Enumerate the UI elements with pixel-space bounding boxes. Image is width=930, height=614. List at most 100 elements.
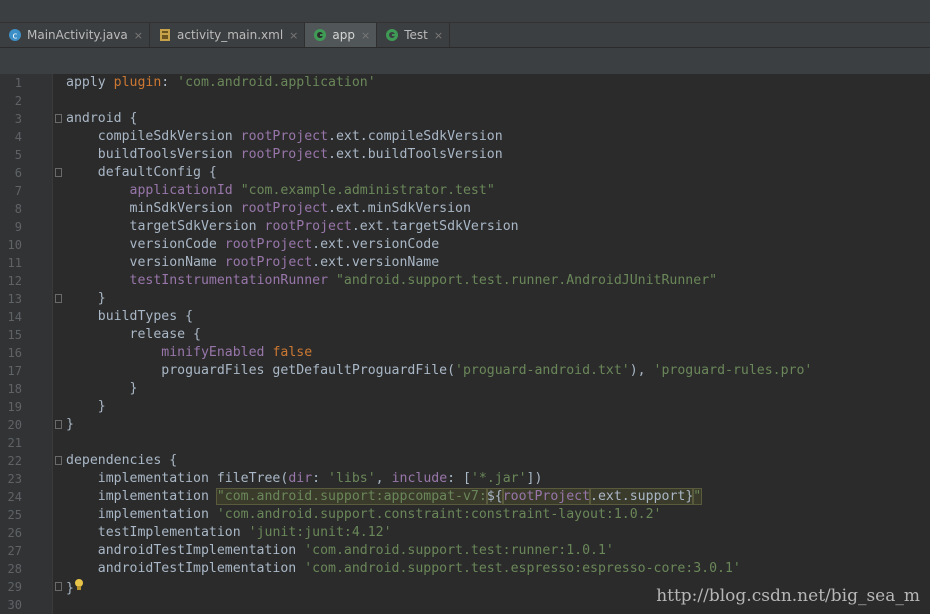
code-token: androidTestImplementation <box>66 543 305 558</box>
code-token: rootProject <box>240 129 329 144</box>
code-text: } <box>66 380 138 398</box>
fold-marker-icon[interactable] <box>55 114 62 123</box>
code-token: rootProject <box>501 488 592 505</box>
code-line[interactable]: 5 buildToolsVersion rootProject.ext.buil… <box>0 146 930 164</box>
fold-marker-icon[interactable] <box>55 294 62 303</box>
code-line[interactable]: 12 testInstrumentationRunner "android.su… <box>0 272 930 290</box>
line-number: 6 <box>14 166 22 180</box>
lightbulb-icon[interactable] <box>74 578 84 598</box>
code-token: ${ <box>485 488 504 505</box>
tab-label: MainActivity.java <box>27 28 128 42</box>
code-token: 'proguard-android.txt' <box>455 363 630 378</box>
tab-main-activity[interactable]: c MainActivity.java × <box>0 23 150 47</box>
close-icon[interactable]: × <box>134 29 143 42</box>
code-line[interactable]: 4 compileSdkVersion rootProject.ext.comp… <box>0 128 930 146</box>
code-token: buildToolsVersion <box>66 147 241 162</box>
line-number: 3 <box>14 112 22 126</box>
breadcrumb-strip <box>0 48 930 75</box>
code-line[interactable]: 19 } <box>0 398 930 416</box>
code-token: .ext.minSdkVersion <box>328 201 471 216</box>
code-text: implementation fileTree(dir: 'libs', inc… <box>66 470 543 488</box>
line-number: 8 <box>14 202 22 216</box>
close-icon[interactable]: × <box>434 29 443 42</box>
code-line[interactable]: 17 proguardFiles getDefaultProguardFile(… <box>0 362 930 380</box>
code-line[interactable]: 10 versionCode rootProject.ext.versionCo… <box>0 236 930 254</box>
code-token: dependencies { <box>66 453 178 468</box>
code-token: 'com.android.application' <box>177 75 376 90</box>
code-lines: 1 apply plugin: 'com.android.application'… <box>0 74 930 614</box>
code-text: } <box>66 416 74 434</box>
code-token: , <box>375 471 392 486</box>
tab-test[interactable]: Test × <box>377 23 451 47</box>
code-token: .ext.versionCode <box>312 237 440 252</box>
code-token: implementation fileTree( <box>66 471 289 486</box>
line-number: 16 <box>7 346 22 360</box>
line-number: 4 <box>14 130 22 144</box>
code-line[interactable]: 14 buildTypes { <box>0 308 930 326</box>
code-line[interactable]: 9 targetSdkVersion rootProject.ext.targe… <box>0 218 930 236</box>
close-icon[interactable]: × <box>361 29 370 42</box>
close-icon[interactable]: × <box>289 29 298 42</box>
code-token: 'com.android.support.constraint:constrai… <box>216 507 662 522</box>
fold-marker-icon[interactable] <box>55 582 62 591</box>
code-token: 'proguard-rules.pro' <box>653 363 813 378</box>
fold-marker-icon[interactable] <box>55 168 62 177</box>
code-line[interactable]: 22 dependencies { <box>0 452 930 470</box>
code-token: rootProject <box>224 255 313 270</box>
code-token: targetSdkVersion <box>66 219 265 234</box>
code-line[interactable]: 6 defaultConfig { <box>0 164 930 182</box>
code-line[interactable]: 2 <box>0 92 930 110</box>
line-number: 25 <box>7 508 22 522</box>
code-token: rootProject <box>240 147 329 162</box>
code-text: compileSdkVersion rootProject.ext.compil… <box>66 128 503 146</box>
code-token: false <box>272 345 313 360</box>
gradle-module-icon <box>385 28 399 42</box>
code-token: rootProject <box>240 201 329 216</box>
code-line[interactable]: 23 implementation fileTree(dir: 'libs', … <box>0 470 930 488</box>
code-token: compileSdkVersion <box>66 129 241 144</box>
code-token: testInstrumentationRunner <box>129 273 336 288</box>
code-token: testImplementation <box>66 525 249 540</box>
code-token: } <box>66 417 74 432</box>
code-line[interactable]: 1 apply plugin: 'com.android.application' <box>0 74 930 92</box>
code-editor[interactable]: 1 apply plugin: 'com.android.application'… <box>0 74 930 614</box>
line-number: 26 <box>7 526 22 540</box>
code-token: "android.support.test.runner.AndroidJUni… <box>335 273 718 288</box>
fold-marker-icon[interactable] <box>55 420 62 429</box>
code-text: } <box>66 578 84 598</box>
code-line[interactable]: 13 } <box>0 290 930 308</box>
code-text: implementation "com.android.support:appc… <box>66 488 703 506</box>
code-token: 'libs' <box>328 471 376 486</box>
code-token: include <box>391 471 448 486</box>
code-token: release { <box>66 327 201 342</box>
code-line[interactable]: 7 applicationId "com.example.administrat… <box>0 182 930 200</box>
code-token: ]) <box>526 471 543 486</box>
line-number: 13 <box>7 292 22 306</box>
code-line[interactable]: 21 <box>0 434 930 452</box>
code-line[interactable]: 25 implementation 'com.android.support.c… <box>0 506 930 524</box>
fold-marker-icon[interactable] <box>55 456 62 465</box>
code-line[interactable]: 18 } <box>0 380 930 398</box>
code-token: plugin <box>113 75 162 90</box>
code-line[interactable]: 27 androidTestImplementation 'com.androi… <box>0 542 930 560</box>
code-token: minSdkVersion <box>66 201 241 216</box>
code-text: minSdkVersion rootProject.ext.minSdkVers… <box>66 200 471 218</box>
code-text: release { <box>66 326 201 344</box>
code-line[interactable]: 28 androidTestImplementation 'com.androi… <box>0 560 930 578</box>
code-token: .ext.compileSdkVersion <box>328 129 503 144</box>
code-text: testInstrumentationRunner "android.suppo… <box>66 272 718 290</box>
code-line[interactable]: 26 testImplementation 'junit:junit:4.12' <box>0 524 930 542</box>
line-number: 21 <box>7 436 22 450</box>
line-number: 12 <box>7 274 22 288</box>
code-line[interactable]: 3 android { <box>0 110 930 128</box>
code-line[interactable]: 11 versionName rootProject.ext.versionNa… <box>0 254 930 272</box>
tab-activity-main-xml[interactable]: activity_main.xml × <box>150 23 306 47</box>
tab-app[interactable]: app × <box>305 23 378 47</box>
code-line[interactable]: 16 minifyEnabled false <box>0 344 930 362</box>
code-line[interactable]: 20} <box>0 416 930 434</box>
code-line[interactable]: 15 release { <box>0 326 930 344</box>
tab-label: Test <box>404 28 428 42</box>
code-line[interactable]: 8 minSdkVersion rootProject.ext.minSdkVe… <box>0 200 930 218</box>
code-line[interactable]: 24 implementation "com.android.support:a… <box>0 488 930 506</box>
